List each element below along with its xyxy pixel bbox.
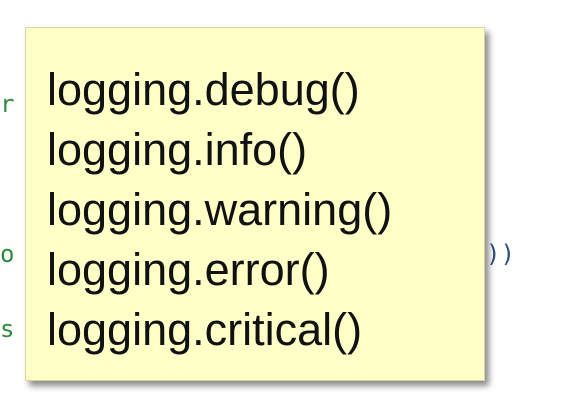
code-fragment: s	[0, 315, 15, 343]
code-fragment: ))	[486, 240, 515, 268]
tooltip-item-error: logging.error()	[47, 244, 330, 295]
tooltip-item-critical: logging.critical()	[47, 304, 363, 355]
code-fragment: o	[0, 240, 15, 268]
tooltip-item-debug: logging.debug()	[47, 64, 360, 115]
tooltip-item-warning: logging.warning()	[47, 184, 393, 235]
tooltip-item-info: logging.info()	[47, 124, 308, 175]
code-fragment: r	[0, 90, 15, 118]
tooltip-popup: logging.debug() logging.info() logging.w…	[25, 27, 485, 381]
tooltip-function-list: logging.debug() logging.info() logging.w…	[47, 60, 392, 360]
